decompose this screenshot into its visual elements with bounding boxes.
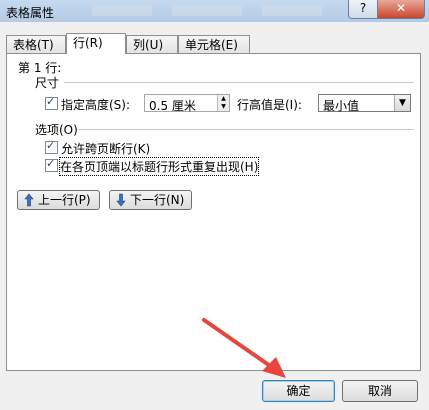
- cancel-button[interactable]: 取消: [342, 380, 418, 402]
- ok-button[interactable]: 确定: [262, 380, 335, 402]
- annotation-arrow: [202, 318, 286, 378]
- tab-row[interactable]: 行(R): [66, 33, 126, 54]
- table-properties-dialog: 表格属性 ? ✕ 表格(T) 行(R) 列(U) 单元格(E) 第 1 行: 尺…: [0, 0, 429, 410]
